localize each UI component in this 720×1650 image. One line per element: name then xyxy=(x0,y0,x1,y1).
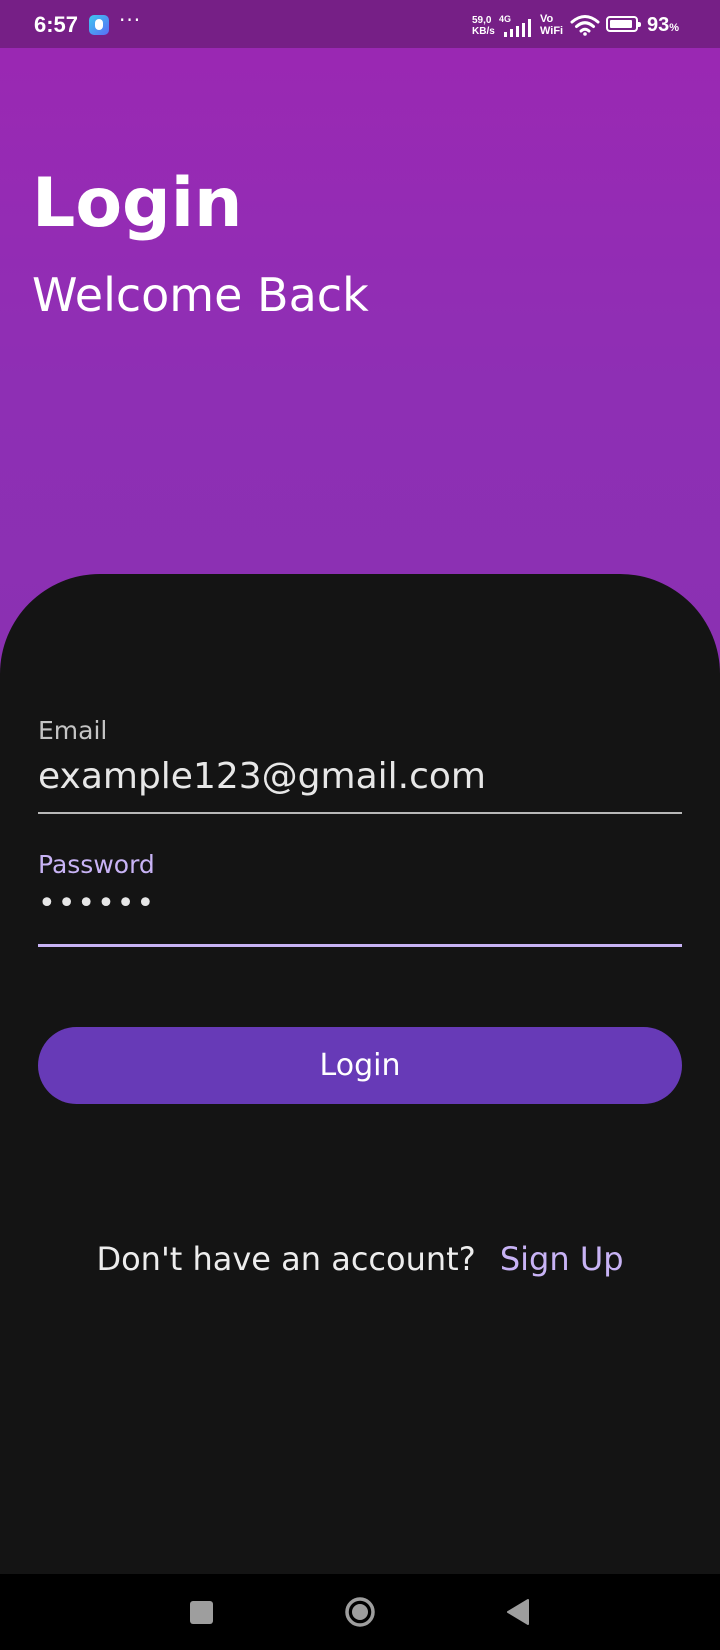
status-indicators: 59,0 KB/s 4G Vo WiFi 93% xyxy=(460,0,720,48)
password-input[interactable]: •••••• xyxy=(38,886,156,921)
more-notifications-icon: ··· xyxy=(119,8,142,32)
vowifi-indicator: Vo WiFi xyxy=(540,13,563,37)
app-notification-icon xyxy=(89,15,109,35)
page-title: Login xyxy=(32,164,243,243)
wifi-icon xyxy=(570,15,600,36)
network-speed-value: 59,0 xyxy=(472,15,492,26)
login-button[interactable]: Login xyxy=(38,1027,682,1104)
home-circle-icon[interactable] xyxy=(344,1596,376,1628)
status-bar: 6:57 ··· 59,0 KB/s 4G Vo WiFi 93% xyxy=(0,0,720,48)
back-triangle-icon[interactable] xyxy=(506,1598,530,1626)
network-speed-unit: KB/s xyxy=(472,26,495,37)
email-input[interactable]: example123@gmail.com xyxy=(38,756,486,797)
email-label: Email xyxy=(38,716,108,745)
battery-percentage-unit: % xyxy=(669,22,680,34)
battery-percentage: 93% xyxy=(647,14,679,37)
signup-row: Don't have an account? Sign Up xyxy=(0,1240,720,1278)
email-underline xyxy=(38,812,682,814)
battery-icon xyxy=(606,16,641,32)
email-field[interactable]: Email example123@gmail.com xyxy=(38,716,682,816)
page-subtitle: Welcome Back xyxy=(32,268,369,322)
signal-icon xyxy=(504,19,531,37)
network-speed: 59,0 KB/s xyxy=(472,15,495,37)
password-field[interactable]: Password •••••• xyxy=(38,850,682,950)
signup-prompt: Don't have an account? xyxy=(96,1240,476,1278)
vowifi-top: Vo xyxy=(540,13,554,25)
password-label: Password xyxy=(38,850,155,879)
battery-percentage-value: 93 xyxy=(647,14,670,36)
password-underline-focused xyxy=(38,944,682,947)
recent-apps-square-icon[interactable] xyxy=(190,1601,213,1624)
vowifi-bottom: WiFi xyxy=(540,25,564,37)
signup-link[interactable]: Sign Up xyxy=(500,1240,624,1278)
status-time: 6:57 xyxy=(34,12,79,37)
system-navigation-bar xyxy=(0,1574,720,1650)
